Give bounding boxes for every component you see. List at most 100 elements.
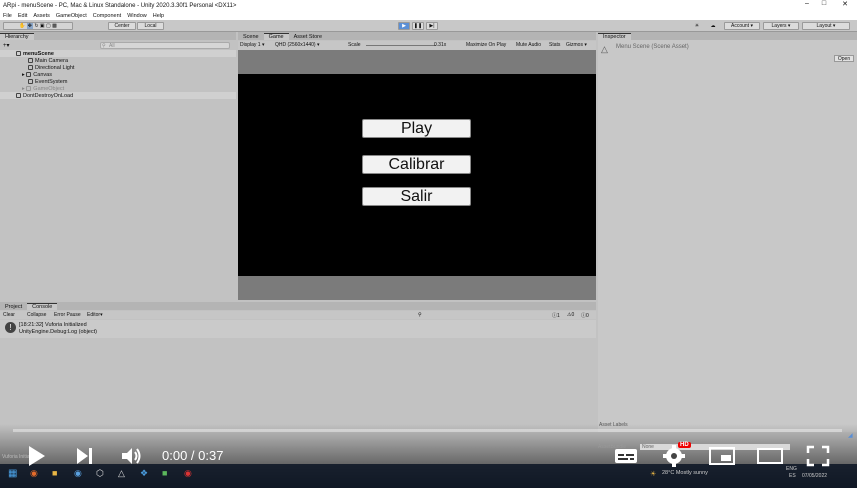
play-button[interactable]: ▶ <box>398 22 410 30</box>
windows-taskbar: ▦ ◉ ■ ◉ ⬡ △ ❖ ■ ◉ ☀ 28°C Mostly sunny EN… <box>0 464 857 488</box>
collapse-button[interactable]: Collapse <box>27 312 46 318</box>
info-count[interactable]: ⓘ1 <box>552 312 560 319</box>
file-explorer-icon[interactable]: ■ <box>52 468 57 478</box>
game-calibrar-button[interactable]: Calibrar <box>362 155 471 174</box>
menu-edit[interactable]: Edit <box>15 13 30 19</box>
gameobject-icon <box>26 72 32 77</box>
account-dropdown[interactable]: Account ▾ <box>724 22 760 30</box>
theater-icon <box>757 448 783 464</box>
scale-label: Scale <box>348 42 361 48</box>
next-icon <box>77 448 92 464</box>
menu-help[interactable]: Help <box>150 13 167 19</box>
menu-assets[interactable]: Assets <box>30 13 53 19</box>
windows-start-icon[interactable]: ▦ <box>8 468 17 479</box>
video-next-button[interactable] <box>75 446 95 466</box>
inspector-title: Menu Scene (Scene Asset) <box>616 44 689 50</box>
inspector-panel: Inspector △ Menu Scene (Scene Asset) Ope… <box>598 32 857 432</box>
hierarchy-item-gameobject[interactable]: ▸ GameObject <box>22 85 64 92</box>
error-count[interactable]: ⓘ0 <box>581 312 589 319</box>
collab-icon[interactable]: ☀ <box>692 22 702 30</box>
hierarchy-item-eventsystem[interactable]: EventSystem <box>28 78 67 85</box>
step-button[interactable]: ▶| <box>426 22 438 30</box>
hierarchy-item-menuscene[interactable]: menuScene <box>0 50 236 57</box>
tab-game[interactable]: Game <box>263 33 289 40</box>
firefox-icon[interactable]: ◉ <box>30 468 38 479</box>
scale-slider[interactable] <box>366 45 436 46</box>
hierarchy-item-dontdestroyonload[interactable]: DontDestroyOnLoad <box>0 92 236 99</box>
hierarchy-tabbar: Hierarchy <box>0 32 236 40</box>
unity-icon[interactable]: △ <box>118 468 125 479</box>
fullscreen-button[interactable] <box>806 445 830 467</box>
layers-dropdown[interactable]: Layers ▾ <box>763 22 799 30</box>
screen: ARpi - menuScene - PC, Mac & Linux Stand… <box>0 0 857 488</box>
region-indicator: ES <box>789 473 796 479</box>
gizmos-dropdown[interactable]: Gizmos ▾ <box>566 42 587 48</box>
video-play-button[interactable] <box>26 444 48 468</box>
menu-window[interactable]: Window <box>124 13 150 19</box>
miniplayer-button[interactable] <box>708 446 736 466</box>
pivot-center-toggle[interactable]: Center <box>108 22 136 30</box>
hand-tool-icon[interactable]: ✋ <box>19 23 27 29</box>
menu-component[interactable]: Component <box>90 13 124 19</box>
unity-scene-icon <box>16 93 21 98</box>
console-entry[interactable]: ! [18:21:32] Vuforia Initialized UnityEn… <box>0 320 596 338</box>
language-indicator[interactable]: ENG <box>786 466 797 472</box>
game-salir-button[interactable]: Salir <box>362 187 471 206</box>
volume-icon <box>122 448 141 464</box>
settings-button[interactable]: HD <box>662 442 691 468</box>
menu-gameobject[interactable]: GameObject <box>53 13 90 19</box>
unity-hub-icon[interactable]: ⬡ <box>96 468 104 479</box>
display-dropdown[interactable]: Display 1 ▾ <box>240 42 264 48</box>
tab-asset-store[interactable]: Asset Store <box>289 33 327 40</box>
scale-value: 0.31x <box>434 42 447 48</box>
menu-file[interactable]: File <box>0 13 15 19</box>
warning-count[interactable]: ⚠0 <box>567 312 574 318</box>
close-icon[interactable]: ✕ <box>836 0 854 8</box>
maximize-on-play-toggle[interactable]: Maximize On Play <box>466 42 506 48</box>
transform-tools[interactable]: ✋ ✥ ↻ ▣ ▢ ▩ <box>3 22 73 30</box>
minimize-icon[interactable]: – <box>798 0 816 7</box>
subtitles-icon <box>615 449 637 463</box>
pivot-local-toggle[interactable]: Local <box>137 22 164 30</box>
hierarchy-item-directional-light[interactable]: Directional Light <box>28 64 74 71</box>
app-icon[interactable]: ◉ <box>74 468 82 479</box>
tab-project[interactable]: Project <box>0 303 27 310</box>
pause-button[interactable]: ❚❚ <box>412 22 424 30</box>
hierarchy-search-input[interactable]: ⚲ All <box>100 42 230 49</box>
stats-toggle[interactable]: Stats <box>549 42 560 48</box>
video-progress-bar[interactable] <box>13 429 842 432</box>
resolution-dropdown[interactable]: QHD (2560x1440) ▾ <box>275 42 319 48</box>
clear-button[interactable]: Clear <box>3 312 15 318</box>
transform-tool-icon[interactable]: ▩ <box>52 23 57 29</box>
app-red-icon[interactable]: ◉ <box>184 468 192 479</box>
tab-inspector[interactable]: Inspector <box>598 33 631 40</box>
hd-badge: HD <box>678 442 691 448</box>
add-object-button[interactable]: +▾ <box>3 42 17 49</box>
subtitles-button[interactable] <box>613 446 639 466</box>
cloud-icon[interactable]: ☁ <box>707 22 719 30</box>
maximize-icon[interactable]: □ <box>815 0 833 7</box>
rotate-tool-icon[interactable]: ↻ <box>33 23 40 29</box>
tab-console[interactable]: Console <box>27 303 58 310</box>
console-search-icon[interactable]: ⚲ <box>418 312 422 318</box>
hierarchy-item-main-camera[interactable]: Main Camera <box>28 57 68 64</box>
resize-icon: ◢ <box>848 433 853 439</box>
open-button[interactable]: Open <box>834 55 854 62</box>
error-pause-button[interactable]: Error Pause <box>54 312 81 318</box>
mute-audio-toggle[interactable]: Mute Audio <box>516 42 541 48</box>
gameobject-icon <box>28 79 33 84</box>
tab-hierarchy[interactable]: Hierarchy <box>0 33 34 40</box>
app-green-icon[interactable]: ■ <box>162 468 167 478</box>
layout-dropdown[interactable]: Layout ▾ <box>802 22 850 30</box>
weather-icon: ☀ <box>650 471 657 478</box>
editor-dropdown[interactable]: Editor▾ <box>87 312 103 318</box>
hierarchy-item-canvas[interactable]: ▸ Canvas <box>22 71 52 78</box>
video-time: 0:00 / 0:37 <box>162 448 224 463</box>
video-volume-button[interactable] <box>120 446 144 466</box>
vscode-icon[interactable]: ❖ <box>140 468 148 479</box>
fullscreen-icon <box>806 445 830 467</box>
theater-mode-button[interactable] <box>756 446 784 466</box>
game-play-button[interactable]: Play <box>362 119 471 138</box>
tab-scene[interactable]: Scene <box>238 33 264 40</box>
game-view[interactable] <box>238 74 596 276</box>
